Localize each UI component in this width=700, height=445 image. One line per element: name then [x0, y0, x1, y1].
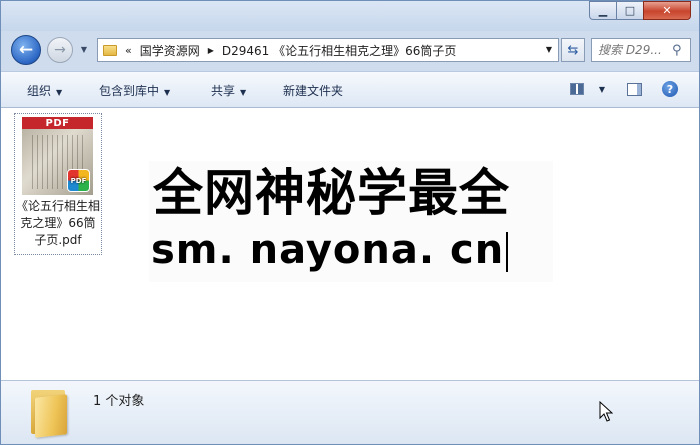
chevron-down-icon: ▼ — [164, 88, 171, 97]
maximize-icon: □ — [624, 4, 636, 17]
chevron-down-icon: ▼ — [598, 84, 606, 94]
close-icon: ✕ — [662, 4, 672, 17]
watermark-url: sm. nayona. cn — [151, 227, 505, 273]
details-pane: 1 个对象 — [1, 380, 699, 444]
new-folder-label: 新建文件夹 — [283, 84, 344, 98]
watermark-line-1: 全网神秘学最全 — [153, 164, 510, 222]
chevron-right-icon[interactable]: ▶ — [208, 46, 214, 55]
new-folder-button[interactable]: 新建文件夹 — [283, 82, 343, 99]
breadcrumb-overflow[interactable]: « — [125, 44, 132, 57]
folder-icon — [103, 44, 117, 56]
explorer-window: ▁ □ ✕ ← → ▼ « 国学资源网 ▶ D29461 《论五行相生相克之理》… — [0, 0, 700, 445]
close-button[interactable]: ✕ — [643, 1, 691, 20]
pdf-thumbnail-header: PDF — [22, 117, 93, 129]
chevron-down-icon: ▼ — [240, 88, 247, 97]
file-list[interactable]: PDF PDF 《论五行相生相克之理》66筒子页.pdf 全网神秘学最全 sm.… — [1, 108, 699, 380]
item-count: 1 个对象 — [93, 394, 145, 409]
refresh-button[interactable]: ⇆ — [561, 38, 585, 62]
watermark-overlay: 全网神秘学最全 sm. nayona. cn — [149, 161, 553, 282]
maximize-button[interactable]: □ — [616, 1, 644, 20]
chevron-down-icon: ▼ — [56, 88, 63, 97]
change-view-button[interactable] — [568, 80, 586, 98]
share-menu[interactable]: 共享 ▼ — [211, 82, 246, 99]
mouse-pointer-icon — [599, 401, 613, 422]
search-box[interactable]: ⚲ — [591, 38, 691, 62]
forward-button[interactable]: → — [47, 37, 73, 63]
navigation-bar: ← → ▼ « 国学资源网 ▶ D29461 《论五行相生相克之理》66筒子页 … — [1, 31, 699, 71]
file-item[interactable]: PDF PDF 《论五行相生相克之理》66筒子页.pdf — [14, 113, 102, 255]
title-bar: ▁ □ ✕ — [1, 1, 699, 31]
preview-pane-button[interactable] — [625, 80, 643, 98]
pdf-file-icon: PDF — [67, 169, 90, 192]
address-dropdown-icon[interactable]: ▼ — [546, 45, 552, 54]
folder-icon — [31, 386, 71, 438]
minimize-button[interactable]: ▁ — [589, 1, 617, 20]
text-caret — [506, 232, 509, 272]
file-name: 《论五行相生相克之理》66筒子页.pdf — [15, 199, 100, 247]
organize-menu[interactable]: 组织 ▼ — [27, 82, 62, 99]
share-label: 共享 — [211, 84, 236, 98]
watermark-line-2: sm. nayona. cn — [151, 225, 509, 275]
refresh-icon: ⇆ — [567, 42, 579, 58]
view-options-dropdown[interactable]: ▼ — [593, 80, 611, 98]
breadcrumb-item-root[interactable]: 国学资源网 — [140, 42, 200, 59]
address-bar[interactable]: « 国学资源网 ▶ D29461 《论五行相生相克之理》66筒子页 ▼ — [97, 38, 559, 62]
include-in-library-label: 包含到库中 — [99, 84, 160, 98]
help-button[interactable]: ? — [661, 80, 679, 98]
include-in-library-menu[interactable]: 包含到库中 ▼ — [99, 82, 170, 99]
minimize-icon: ▁ — [598, 4, 608, 17]
breadcrumb-item-current[interactable]: D29461 《论五行相生相克之理》66筒子页 — [222, 42, 457, 59]
recent-pages-dropdown[interactable]: ▼ — [79, 44, 89, 54]
back-button[interactable]: ← — [11, 35, 41, 65]
command-bar: 组织 ▼ 包含到库中 ▼ 共享 ▼ 新建文件夹 ▼ ? — [1, 71, 699, 108]
left-arrow-icon: ← — [18, 40, 34, 60]
search-input[interactable] — [598, 43, 670, 57]
help-icon: ? — [662, 81, 678, 97]
right-arrow-icon: → — [54, 42, 66, 58]
organize-label: 组织 — [27, 84, 52, 98]
chevron-down-icon: ▼ — [80, 44, 88, 54]
preview-pane-icon — [626, 82, 642, 96]
view-icon — [570, 83, 584, 95]
search-icon[interactable]: ⚲ — [672, 43, 682, 58]
